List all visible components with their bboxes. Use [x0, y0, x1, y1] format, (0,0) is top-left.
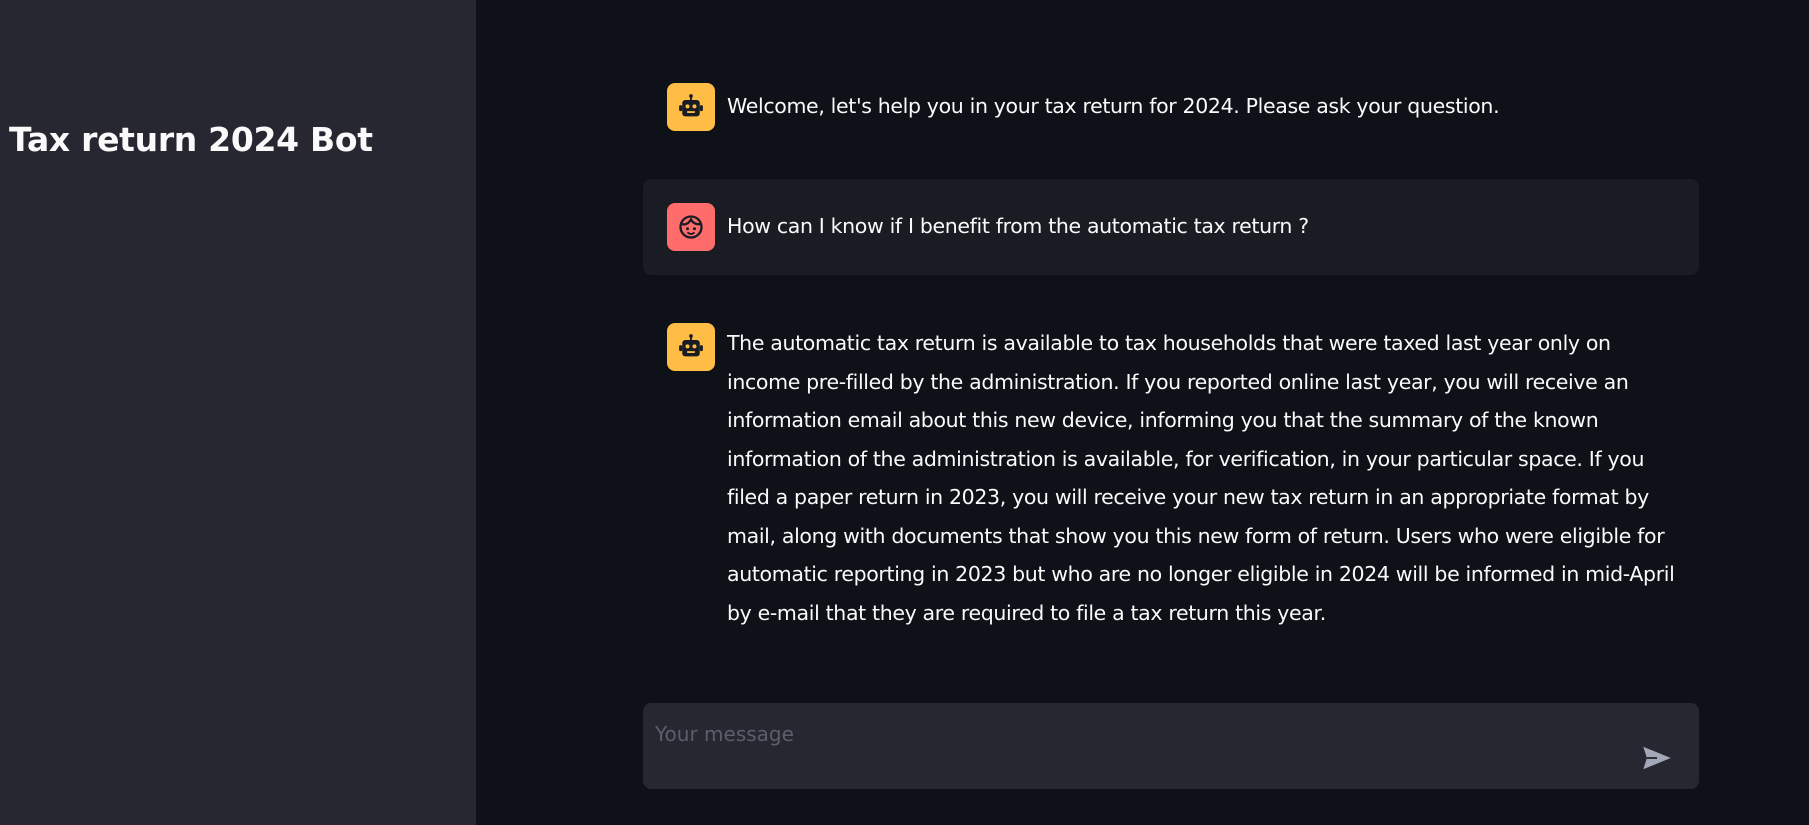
app-window: Tax return 2024 Bot Welcome, let's help … — [0, 0, 1809, 825]
message-text: Welcome, let's help you in your tax retu… — [727, 94, 1500, 118]
chat-message-assistant: Welcome, let's help you in your tax retu… — [643, 70, 1699, 145]
send-icon — [1643, 746, 1671, 770]
user-avatar — [667, 203, 715, 251]
send-button[interactable] — [1639, 743, 1675, 773]
message-text: How can I know if I benefit from the aut… — [727, 214, 1309, 238]
assistant-avatar — [667, 83, 715, 131]
robot-icon — [679, 94, 703, 117]
assistant-avatar — [667, 323, 715, 371]
message-input[interactable] — [655, 719, 1615, 749]
app-title: Tax return 2024 Bot — [9, 120, 373, 159]
message-text: The automatic tax return is available to… — [727, 331, 1675, 625]
chat-input-box — [643, 703, 1699, 789]
robot-icon — [679, 334, 703, 357]
sidebar: Tax return 2024 Bot — [0, 0, 476, 825]
chat-message-user: How can I know if I benefit from the aut… — [643, 179, 1699, 275]
user-face-icon — [679, 215, 703, 239]
chat-message-assistant: The automatic tax return is available to… — [643, 310, 1699, 640]
